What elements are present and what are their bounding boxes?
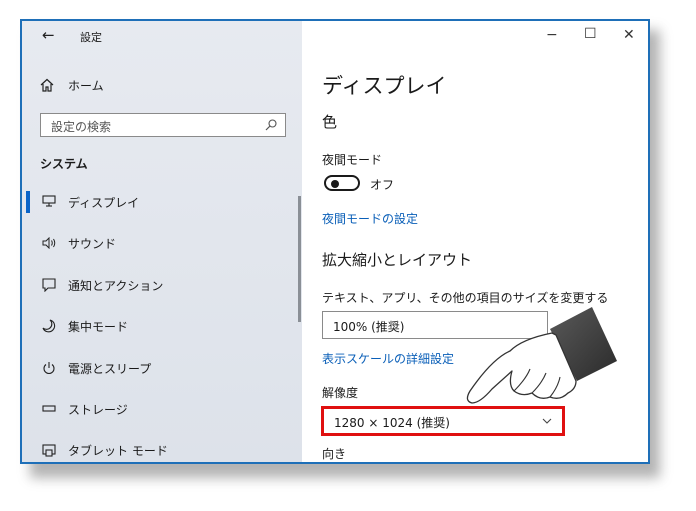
scale-heading: 拡大縮小とレイアウト [322,251,473,269]
moon-icon [42,319,56,333]
sidebar-home-label: ホーム [68,79,104,93]
advanced-scale-link[interactable]: 表示スケールの詳細設定 [322,350,454,367]
sidebar-home[interactable]: ホーム [40,75,240,95]
color-heading: 色 [322,113,338,131]
sidebar-item-label: タブレット モード [68,444,168,458]
back-arrow-icon[interactable]: ← [42,26,55,44]
tablet-icon [42,444,56,457]
resolution-label: 解像度 [322,386,359,400]
search-icon [265,119,277,131]
toggle-knob [331,180,339,188]
close-icon[interactable]: ✕ [623,27,635,43]
sidebar-item-label: サウンド [68,237,117,251]
night-light-settings-link[interactable]: 夜間モードの設定 [322,210,418,227]
sidebar-item-sound[interactable]: サウンド [22,232,298,256]
sidebar-item-tablet[interactable]: タブレット モード [22,439,298,462]
search-placeholder: 設定の検索 [51,120,112,134]
page-title: ディスプレイ [322,74,447,98]
search-input[interactable]: 設定の検索 [40,113,286,137]
storage-icon [42,405,56,412]
notification-icon [42,278,56,292]
settings-window: ← 設定 ホーム 設定の検索 システム ディスプレイ サウンド 通知とアクション… [20,19,650,464]
sidebar-item-notifications[interactable]: 通知とアクション [22,274,298,298]
night-light-state: オフ [370,178,395,192]
section-title-system: システム [40,157,88,171]
sidebar: ← 設定 ホーム 設定の検索 システム ディスプレイ サウンド 通知とアクション… [22,21,302,462]
sidebar-item-label: 集中モード [68,320,129,334]
sidebar-item-power[interactable]: 電源とスリープ [22,357,298,381]
monitor-icon [42,195,56,207]
sidebar-item-label: 通知とアクション [68,279,164,293]
sidebar-scrollbar[interactable] [298,196,301,322]
pointing-hand-icon [466,307,617,404]
orientation-label: 向き [322,447,347,461]
speaker-icon [42,237,56,249]
sidebar-item-display[interactable]: ディスプレイ [22,191,298,215]
sidebar-item-label: 電源とスリープ [68,362,152,376]
power-icon [43,362,55,375]
night-light-toggle[interactable] [324,175,360,191]
minimize-icon[interactable]: − [546,27,558,43]
scale-value: 100% (推奨) [333,320,405,334]
sidebar-item-storage[interactable]: ストレージ [22,398,298,422]
sidebar-item-focus[interactable]: 集中モード [22,315,298,339]
window-title: 設定 [80,31,102,44]
night-light-label: 夜間モード [322,153,383,167]
sidebar-item-label: ストレージ [68,403,128,417]
sidebar-item-label: ディスプレイ [68,196,140,210]
maximize-icon[interactable]: ☐ [584,26,597,42]
home-icon [40,78,54,92]
